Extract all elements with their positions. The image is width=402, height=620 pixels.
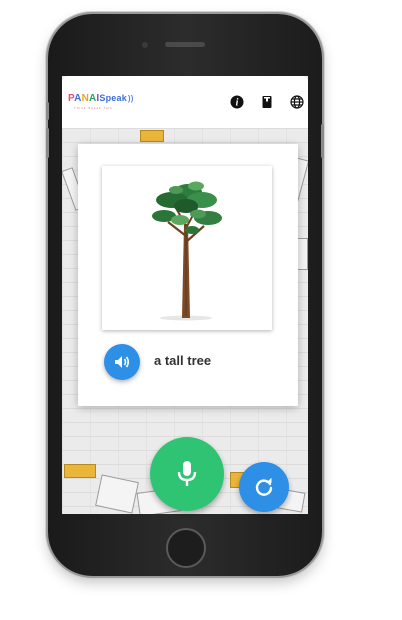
phrase-text: a tall tree bbox=[154, 353, 212, 368]
sound-waves-icon: )) bbox=[127, 94, 134, 103]
refresh-icon bbox=[255, 477, 273, 496]
flashcard: a tall tree bbox=[78, 144, 298, 406]
background-doodle bbox=[95, 474, 139, 514]
logo-speak-text: Speak bbox=[99, 93, 127, 103]
svg-text:i: i bbox=[236, 98, 239, 109]
volume-button-up bbox=[46, 102, 49, 120]
info-icon[interactable]: i bbox=[230, 95, 244, 109]
earpiece-speaker bbox=[165, 42, 205, 47]
logo-tagline: Think Speak Talk bbox=[74, 106, 113, 110]
home-button bbox=[166, 528, 206, 568]
device-mockup: PANAISpeak)) Think Speak Talk i a tall t… bbox=[0, 0, 402, 620]
globe-icon[interactable] bbox=[290, 95, 304, 109]
panaispeak-logo[interactable]: PANAISpeak)) bbox=[68, 93, 134, 104]
play-audio-button[interactable] bbox=[104, 344, 140, 380]
logo-letter: A bbox=[74, 93, 82, 104]
refresh-button[interactable] bbox=[239, 462, 289, 512]
tall-tree-image bbox=[102, 166, 272, 330]
background-doodle bbox=[64, 464, 96, 478]
microphone-icon bbox=[177, 461, 197, 486]
background-doodle bbox=[140, 130, 164, 142]
logo-letter: N bbox=[81, 93, 89, 104]
record-microphone-button[interactable] bbox=[150, 437, 224, 511]
app-header: PANAISpeak)) Think Speak Talk i bbox=[62, 76, 308, 128]
volume-button-down bbox=[46, 128, 49, 158]
power-button bbox=[321, 124, 324, 158]
book-icon[interactable] bbox=[260, 95, 274, 109]
speaker-icon bbox=[115, 356, 130, 368]
front-camera bbox=[142, 42, 148, 48]
